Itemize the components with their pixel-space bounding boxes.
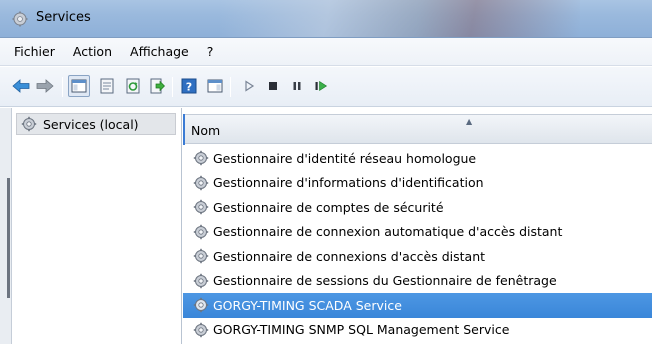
window-left-edge bbox=[0, 108, 12, 344]
title-bar[interactable]: Services bbox=[0, 0, 652, 38]
toolbar-separator bbox=[230, 77, 231, 97]
service-gear-icon bbox=[193, 175, 209, 190]
tree-item-services-local[interactable]: Services (local) bbox=[16, 113, 176, 135]
forward-button[interactable] bbox=[34, 75, 56, 97]
sort-ascending-icon: ▲ bbox=[466, 117, 473, 126]
service-name: Gestionnaire d'informations d'identifica… bbox=[213, 175, 484, 191]
properties-icon bbox=[100, 78, 114, 94]
service-row[interactable]: Gestionnaire de sessions du Gestionnaire… bbox=[183, 269, 652, 294]
service-gear-icon bbox=[193, 273, 209, 288]
start-service-button[interactable] bbox=[238, 75, 260, 97]
menu-help[interactable]: ? bbox=[205, 42, 216, 61]
service-name: Gestionnaire d'identité réseau homologue bbox=[213, 150, 477, 166]
show-hide-console-tree-icon bbox=[71, 79, 87, 93]
toolbar-separator bbox=[62, 77, 63, 97]
menu-affichage[interactable]: Affichage bbox=[128, 42, 191, 61]
services-list: Gestionnaire d'identité réseau homologue… bbox=[183, 146, 652, 342]
service-row[interactable]: Gestionnaire d'identité réseau homologue bbox=[183, 146, 652, 171]
service-name: GORGY-TIMING SCADA Service bbox=[213, 297, 402, 313]
back-arrow-icon bbox=[12, 79, 30, 93]
start-service-icon bbox=[245, 80, 255, 92]
service-row[interactable]: Gestionnaire de connexion automatique d'… bbox=[183, 220, 652, 245]
toolbar: ? bbox=[0, 67, 652, 107]
service-row[interactable]: Gestionnaire de comptes de sécurité bbox=[183, 195, 652, 220]
header-left-accent bbox=[183, 114, 185, 145]
service-gear-icon bbox=[193, 298, 209, 313]
help-icon: ? bbox=[181, 78, 197, 94]
restart-service-button[interactable] bbox=[310, 75, 332, 97]
console-tree-button[interactable] bbox=[68, 75, 90, 97]
help-button[interactable]: ? bbox=[178, 75, 200, 97]
title-bar-glass bbox=[220, 0, 580, 37]
menu-action[interactable]: Action bbox=[71, 42, 114, 61]
tree-item-label: Services (local) bbox=[43, 116, 139, 132]
service-name: Gestionnaire de sessions du Gestionnaire… bbox=[213, 273, 557, 289]
export-list-button[interactable] bbox=[146, 75, 168, 97]
refresh-button[interactable] bbox=[122, 75, 144, 97]
service-row[interactable]: Gestionnaire d'informations d'identifica… bbox=[183, 171, 652, 196]
export-list-icon bbox=[150, 78, 165, 94]
refresh-icon bbox=[126, 78, 140, 94]
pause-service-icon bbox=[293, 82, 301, 90]
pause-service-button[interactable] bbox=[286, 75, 308, 97]
service-gear-icon bbox=[193, 322, 209, 337]
services-gear-icon bbox=[21, 116, 37, 132]
menu-bar: Fichier Action Affichage ? bbox=[0, 38, 652, 66]
column-header-label: Nom bbox=[191, 123, 221, 138]
service-name: Gestionnaire de connexion automatique d'… bbox=[213, 224, 563, 240]
service-name: GORGY-TIMING SNMP SQL Management Service bbox=[213, 322, 510, 338]
edge-marker bbox=[7, 178, 10, 298]
svg-text:?: ? bbox=[186, 81, 192, 94]
menu-fichier[interactable]: Fichier bbox=[12, 42, 57, 61]
service-gear-icon bbox=[193, 151, 209, 166]
service-name: Gestionnaire de comptes de sécurité bbox=[213, 199, 444, 215]
toolbar-separator bbox=[172, 77, 173, 97]
stop-service-icon bbox=[269, 82, 277, 90]
services-gear-icon bbox=[12, 11, 28, 27]
window-title: Services bbox=[36, 10, 91, 25]
service-row[interactable]: GORGY-TIMING SCADA Service bbox=[183, 293, 652, 318]
restart-service-icon bbox=[315, 80, 328, 92]
service-row[interactable]: GORGY-TIMING SNMP SQL Management Service bbox=[183, 318, 652, 343]
service-gear-icon bbox=[193, 249, 209, 264]
action-pane-button[interactable] bbox=[204, 75, 226, 97]
stop-service-button[interactable] bbox=[262, 75, 284, 97]
properties-button[interactable] bbox=[96, 75, 118, 97]
service-row[interactable]: Gestionnaire de connexions d'accès dista… bbox=[183, 244, 652, 269]
forward-arrow-icon bbox=[36, 79, 54, 93]
service-name: Gestionnaire de connexions d'accès dista… bbox=[213, 248, 486, 264]
back-button[interactable] bbox=[10, 75, 32, 97]
services-list-pane: Nom ▲ Gestionnaire d'identité réseau hom… bbox=[183, 108, 652, 344]
console-tree-pane: Services (local) bbox=[12, 108, 182, 344]
column-header-name[interactable]: Nom ▲ bbox=[183, 114, 652, 145]
action-pane-icon bbox=[207, 79, 223, 93]
service-gear-icon bbox=[193, 200, 209, 215]
service-gear-icon bbox=[193, 224, 209, 239]
